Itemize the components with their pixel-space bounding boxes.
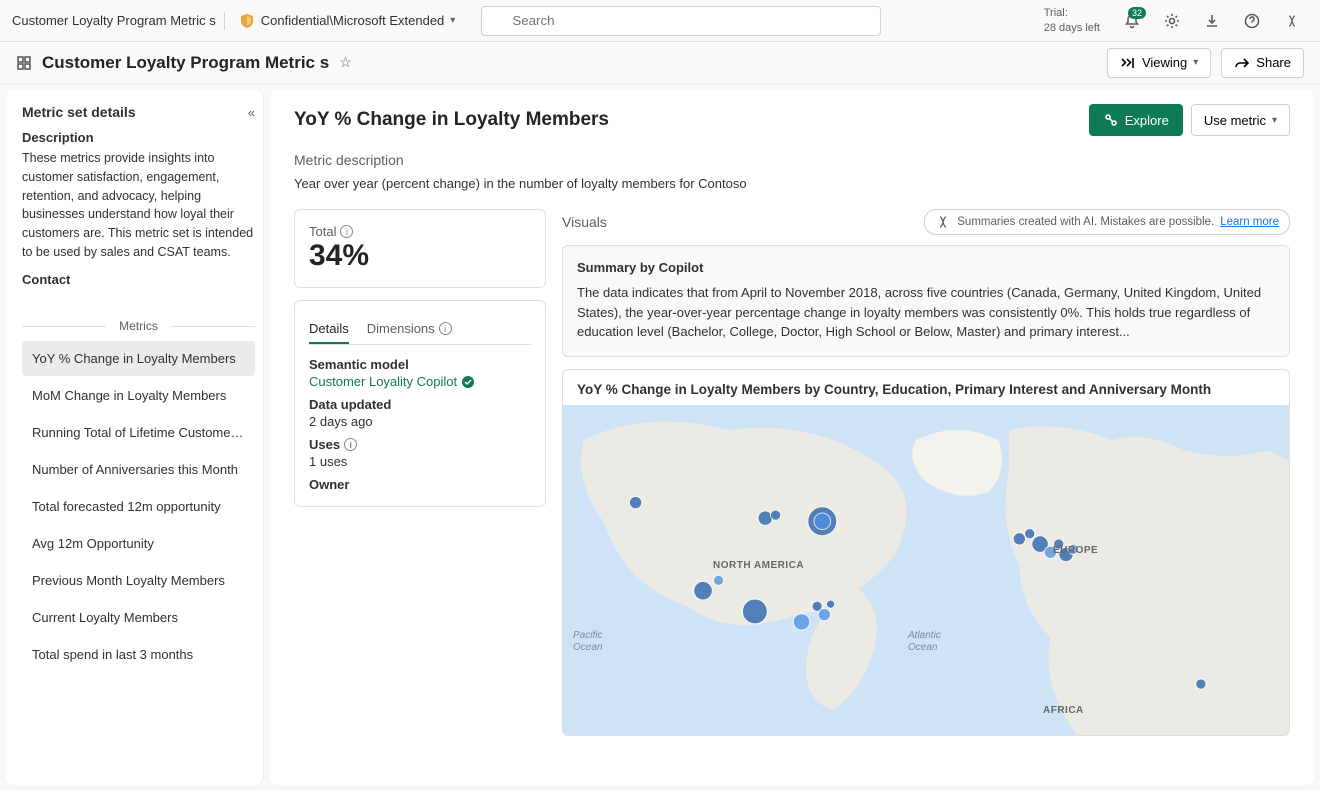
use-metric-button[interactable]: Use metric ▾ xyxy=(1191,104,1290,136)
tab-details[interactable]: Details xyxy=(309,315,349,344)
map-label-pacific: Pacific Ocean xyxy=(573,630,602,654)
view-icon xyxy=(1120,55,1136,71)
page-title: Customer Loyalty Program Metric s xyxy=(42,53,329,73)
map-label-na: NORTH AMERICA xyxy=(713,560,804,571)
settings-button[interactable] xyxy=(1156,5,1188,37)
ai-disclaimer: Summaries created with AI. Mistakes are … xyxy=(924,209,1290,235)
map-title: YoY % Change in Loyalty Members by Count… xyxy=(563,370,1289,405)
metric-description-text: Year over year (percent change) in the n… xyxy=(294,176,1290,191)
visuals-heading: Visuals xyxy=(562,214,607,230)
chevron-down-icon: ▾ xyxy=(1193,57,1198,68)
help-icon xyxy=(1244,13,1260,29)
description-text: These metrics provide insights into cust… xyxy=(22,149,255,262)
metric-item-forecasted-12m[interactable]: Total forecasted 12m opportunity xyxy=(22,489,255,524)
metric-description-heading: Metric description xyxy=(294,152,1290,168)
notifications-button[interactable]: 32 xyxy=(1116,5,1148,37)
copilot-icon xyxy=(1284,13,1300,29)
map-label-atlantic: Atlantic Ocean xyxy=(908,630,941,654)
certified-badge-icon xyxy=(461,375,475,389)
owner-heading: Owner xyxy=(309,477,531,492)
metric-item-avg-12m[interactable]: Avg 12m Opportunity xyxy=(22,526,255,561)
collapse-sidebar-button[interactable]: « xyxy=(248,105,255,120)
main-content: YoY % Change in Loyalty Members Explore … xyxy=(270,90,1314,785)
share-button[interactable]: Share xyxy=(1221,48,1304,78)
metric-item-mom-change[interactable]: MoM Change in Loyalty Members xyxy=(22,378,255,413)
metric-item-yoy-change[interactable]: YoY % Change in Loyalty Members xyxy=(22,341,255,376)
copilot-icon xyxy=(935,214,951,230)
map-label-af: AFRICA xyxy=(1043,705,1084,716)
help-button[interactable] xyxy=(1236,5,1268,37)
data-updated-heading: Data updated xyxy=(309,397,531,412)
info-icon[interactable]: i xyxy=(340,225,353,238)
divider xyxy=(224,12,225,30)
sensitivity-dropdown[interactable]: Confidential\Microsoft Extended ▾ xyxy=(233,11,462,31)
copilot-button[interactable] xyxy=(1276,5,1308,37)
tab-dimensions[interactable]: Dimensions i xyxy=(367,315,452,344)
total-card: Total i 34% xyxy=(294,209,546,288)
shield-icon xyxy=(239,13,255,29)
gear-icon xyxy=(1164,13,1180,29)
info-icon[interactable]: i xyxy=(344,438,357,451)
chevron-down-icon: ▾ xyxy=(1272,115,1277,126)
metric-title: YoY % Change in Loyalty Members xyxy=(294,109,609,131)
map-visual-card: YoY % Change in Loyalty Members by Count… xyxy=(562,369,1290,736)
uses-heading: Uses xyxy=(309,437,340,452)
metric-item-anniversaries[interactable]: Number of Anniversaries this Month xyxy=(22,452,255,487)
metric-item-total-spend[interactable]: Total spend in last 3 months xyxy=(22,637,255,672)
breadcrumb-title: Customer Loyalty Program Metric s xyxy=(12,13,216,28)
map-label-eu: EUROPE xyxy=(1053,545,1098,556)
semantic-model-link[interactable]: Customer Loyality Copilot xyxy=(309,374,531,389)
page-header: Customer Loyalty Program Metric s ☆ View… xyxy=(0,42,1320,84)
copilot-summary-text: The data indicates that from April to No… xyxy=(577,283,1275,342)
explore-button[interactable]: Explore xyxy=(1089,104,1183,136)
sidebar: Metric set details « Description These m… xyxy=(6,90,264,785)
top-bar: Customer Loyalty Program Metric s Confid… xyxy=(0,0,1320,42)
download-button[interactable] xyxy=(1196,5,1228,37)
explore-icon xyxy=(1103,112,1119,128)
trial-status: Trial: 28 days left xyxy=(1044,6,1100,35)
metric-item-current[interactable]: Current Loyalty Members xyxy=(22,600,255,635)
total-value: 34% xyxy=(309,239,531,273)
copilot-summary-title: Summary by Copilot xyxy=(577,260,1275,275)
sidebar-title: Metric set details xyxy=(22,104,136,120)
learn-more-link[interactable]: Learn more xyxy=(1220,216,1279,228)
total-label: Total xyxy=(309,224,336,239)
download-icon xyxy=(1204,13,1220,29)
data-updated-value: 2 days ago xyxy=(309,414,531,429)
contact-heading: Contact xyxy=(22,272,255,287)
metric-item-running-total[interactable]: Running Total of Lifetime Customer V... xyxy=(22,415,255,450)
info-icon: i xyxy=(439,322,452,335)
uses-value: 1 uses xyxy=(309,454,531,469)
metric-item-prev-month[interactable]: Previous Month Loyalty Members xyxy=(22,563,255,598)
description-heading: Description xyxy=(22,130,255,145)
map-visual[interactable]: NORTH AMERICA EUROPE AFRICA Pacific Ocea… xyxy=(563,405,1289,735)
search-input[interactable] xyxy=(481,6,881,36)
semantic-model-heading: Semantic model xyxy=(309,357,531,372)
notification-badge: 32 xyxy=(1128,7,1146,19)
copilot-summary-card: Summary by Copilot The data indicates th… xyxy=(562,245,1290,357)
share-icon xyxy=(1234,55,1250,71)
metric-set-icon xyxy=(16,55,32,71)
sensitivity-label: Confidential\Microsoft Extended xyxy=(261,13,445,28)
details-card: Details Dimensions i Semantic model Cust… xyxy=(294,300,546,507)
metrics-section-label: Metrics xyxy=(22,319,255,333)
favorite-button[interactable]: ☆ xyxy=(339,54,352,71)
chevron-down-icon: ▾ xyxy=(450,15,455,26)
viewing-mode-button[interactable]: Viewing ▾ xyxy=(1107,48,1211,78)
